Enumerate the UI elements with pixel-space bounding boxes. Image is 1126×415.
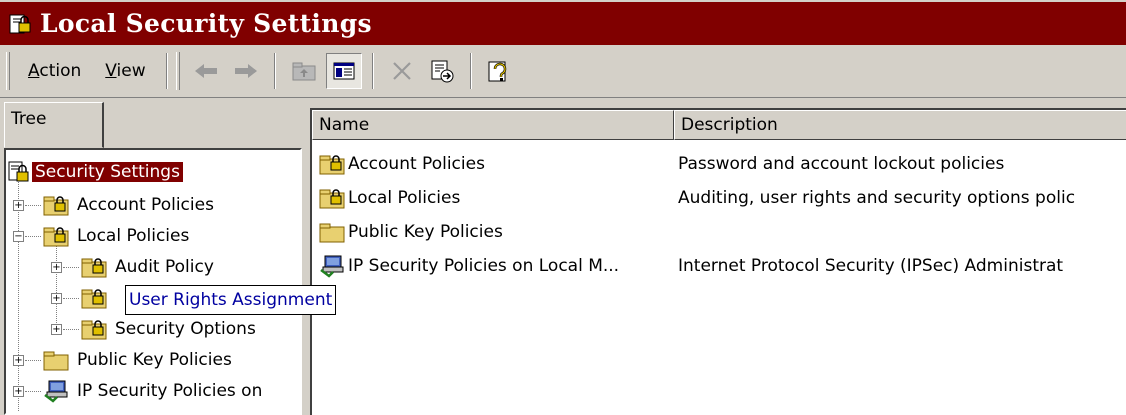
ip-security-icon [44, 380, 68, 403]
tree-item-security-settings[interactable]: Security Settings [8, 157, 183, 187]
toolbar-grip[interactable] [175, 52, 180, 90]
list-item-description: Password and account lockout policies [678, 154, 1005, 174]
export-list-button[interactable] [424, 53, 460, 89]
tree-item-ip-security-policies[interactable]: IP Security Policies on [43, 376, 262, 406]
expand-toggle[interactable]: + [51, 293, 62, 304]
list-header: Name Description [312, 110, 1126, 140]
delete-button[interactable] [384, 53, 420, 89]
tab-tree[interactable]: Tree [4, 102, 104, 148]
tree-item-label: Local Policies [77, 226, 190, 246]
rename-edit-box[interactable]: User Rights Assignment [125, 285, 337, 315]
collapse-toggle[interactable]: − [13, 231, 24, 242]
tree-connector [18, 180, 19, 411]
tree-connector [63, 329, 79, 330]
back-arrow-icon [194, 64, 217, 78]
expand-toggle[interactable]: + [13, 386, 24, 397]
expand-toggle[interactable]: + [51, 262, 62, 273]
toolbar-separator [165, 53, 168, 89]
tree-connector [25, 360, 41, 361]
tree-item-user-rights-assignment[interactable] [81, 283, 109, 313]
locked-folder-icon [319, 189, 345, 209]
ip-security-icon [320, 255, 344, 278]
locked-folder-icon [81, 289, 107, 309]
title-bar[interactable]: Local Security Settings [0, 0, 1126, 45]
locked-folder-icon [319, 155, 345, 175]
menu-view[interactable]: View [93, 56, 157, 86]
locked-folder-icon [43, 227, 69, 247]
toolbar-separator [273, 53, 276, 89]
tree-item-label: Security Options [115, 319, 256, 339]
column-header-name[interactable]: Name [312, 110, 674, 140]
toolbar: Action View [0, 45, 1126, 98]
list-item-name: Account Policies [348, 154, 485, 174]
locked-folder-icon [81, 258, 107, 278]
tree-connector [25, 205, 41, 206]
tree-item-label: Security Settings [32, 162, 183, 182]
list-item-description: Internet Protocol Security (IPSec) Admin… [678, 256, 1064, 276]
list-item-description: Auditing, user rights and security optio… [678, 188, 1076, 208]
tree-item-account-policies[interactable]: Account Policies [43, 190, 214, 220]
tree-connector [63, 298, 79, 299]
tree-connector [56, 243, 57, 333]
tree-connector [63, 267, 79, 268]
tree-item-label: IP Security Policies on [77, 381, 263, 401]
tree-item-label: Account Policies [77, 195, 214, 215]
help-icon [488, 61, 506, 82]
list-item-name: Local Policies [348, 188, 461, 208]
forward-arrow-icon [234, 64, 257, 78]
toolbar-separator [371, 53, 374, 89]
security-settings-icon [9, 14, 31, 33]
toolbar-grip[interactable] [6, 52, 10, 90]
forward-button[interactable] [228, 53, 264, 89]
list-item[interactable]: Public Key Policies [312, 216, 1126, 248]
locked-folder-icon [43, 196, 69, 216]
delete-icon [392, 62, 411, 80]
list-item[interactable]: Account Policies Password and account lo… [312, 148, 1126, 180]
toolbar-separator [469, 53, 472, 89]
expand-toggle[interactable]: + [13, 200, 24, 211]
list-item-name: IP Security Policies on Local M... [348, 256, 620, 276]
mmc-window: Local Security Settings Action View Tree… [0, 0, 1126, 415]
security-settings-icon [8, 161, 29, 182]
help-button[interactable] [482, 53, 518, 89]
tree-item-label: Public Key Policies [77, 350, 232, 370]
tree-connector [25, 391, 41, 392]
expand-toggle[interactable]: + [51, 324, 62, 335]
up-folder-icon [292, 62, 316, 81]
back-button[interactable] [188, 53, 224, 89]
tree-item-audit-policy[interactable]: Audit Policy [81, 252, 214, 282]
menu-action[interactable]: Action [16, 56, 93, 86]
show-hide-tree-icon [333, 62, 355, 80]
locked-folder-icon [81, 320, 107, 340]
window-title: Local Security Settings [40, 9, 372, 38]
list-item-name: Public Key Policies [348, 222, 503, 242]
expand-toggle[interactable]: + [13, 355, 24, 366]
column-header-description[interactable]: Description [674, 110, 1126, 140]
show-hide-tree-button[interactable] [325, 53, 362, 89]
export-list-icon [431, 60, 454, 83]
tree-pane[interactable]: Security Settings + Account Policies − L… [4, 148, 302, 415]
tree-item-public-key-policies[interactable]: Public Key Policies [43, 345, 232, 375]
folder-icon [43, 351, 69, 371]
tree-item-local-policies[interactable]: Local Policies [43, 221, 189, 251]
details-list[interactable]: Name Description Account Policies Passwo… [310, 108, 1126, 415]
tree-item-label: Audit Policy [115, 257, 214, 277]
tree-item-security-options[interactable]: Security Options [81, 314, 256, 344]
list-item[interactable]: Local Policies Auditing, user rights and… [312, 182, 1126, 214]
up-one-level-button[interactable] [286, 53, 322, 89]
list-item[interactable]: IP Security Policies on Local M... Inter… [312, 250, 1126, 282]
tree-connector [25, 236, 41, 237]
folder-icon [319, 223, 345, 243]
